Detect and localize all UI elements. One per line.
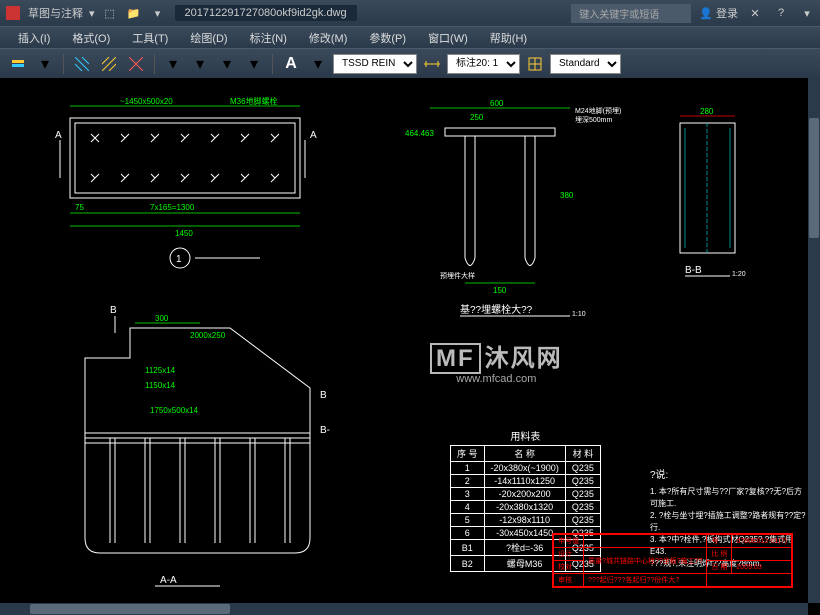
svg-text:A-A: A-A [160, 575, 177, 586]
svg-text:7x165=1300: 7x165=1300 [150, 203, 195, 212]
dim-style-select[interactable]: 标注20: 1 [447, 54, 520, 74]
svg-text:150: 150 [493, 286, 507, 295]
qat-btn-2[interactable]: 📁 [125, 4, 143, 22]
table-row: 3-20x200x200Q235 [451, 488, 601, 501]
svg-text:600: 600 [490, 99, 504, 108]
svg-text:1:20: 1:20 [732, 271, 746, 278]
svg-text:1150x14: 1150x14 [145, 381, 176, 390]
toolbar: ▾ ▾ ▾ ▾ ▾ A ▾ TSSD REIN 标注20: 1 Standard [0, 48, 820, 78]
login-button[interactable]: 👤 登录 [699, 5, 738, 21]
minimize-icon[interactable]: ▾ [798, 4, 816, 22]
titlebar: 草图与注释 ▾ ⬚ 📁 ▾ 201712291727080okf9id2gk.d… [0, 0, 820, 26]
svg-text:464.463: 464.463 [405, 129, 434, 138]
menu-dim[interactable]: 标注(N) [240, 27, 297, 48]
svg-text:基??埋螺栓大??: 基??埋螺栓大?? [460, 303, 533, 316]
menubar: 插入(I) 格式(O) 工具(T) 绘图(D) 标注(N) 修改(M) 参数(P… [0, 26, 820, 48]
table-icon[interactable] [523, 52, 547, 76]
drawing-canvas[interactable]: ~1450x500x20 M36地脚螺栓 7x165=1300 1450 75 … [0, 78, 808, 603]
view-1: ~1450x500x20 M36地脚螺栓 7x165=1300 1450 75 … [55, 96, 317, 268]
layers-icon[interactable] [6, 52, 30, 76]
table-row: 5-12x98x1110Q235 [451, 514, 601, 527]
svg-text:预埋件大样: 预埋件大样 [440, 271, 475, 280]
vertical-scrollbar[interactable] [808, 78, 820, 603]
text-A-drop[interactable]: ▾ [306, 52, 330, 76]
text-style-select[interactable]: TSSD REIN [333, 54, 417, 74]
table-header: 序 号 名 称 材 料 [451, 446, 601, 462]
svg-text:1:10: 1:10 [572, 311, 586, 318]
svg-text:B: B [110, 305, 117, 316]
svg-text:埋深500mm: 埋深500mm [575, 115, 613, 124]
title-block: 申号值号d?80E012-01(?) 设计质量?城共链路中心栓??坐板?施工??… [552, 533, 793, 588]
svg-text:2000x250: 2000x250 [190, 331, 226, 340]
svg-text:300: 300 [155, 314, 169, 323]
svg-text:75: 75 [75, 203, 84, 212]
dropdown-arrow-icon[interactable]: ▾ [89, 7, 95, 20]
filename-tab[interactable]: 201712291727080okf9id2gk.dwg [175, 5, 357, 21]
svg-text:~1450x500x20: ~1450x500x20 [120, 97, 173, 106]
material-table-title: 用料表 [450, 428, 601, 443]
svg-text:M24地脚(预埋): M24地脚(预埋) [575, 106, 621, 115]
menu-help[interactable]: 帮助(H) [480, 27, 537, 48]
svg-text:A: A [310, 130, 317, 141]
text-A-icon[interactable]: A [279, 52, 303, 76]
scrollbar-thumb[interactable] [30, 604, 230, 614]
layer-prev-icon[interactable]: ▾ [33, 52, 57, 76]
menu-insert[interactable]: 插入(I) [8, 27, 60, 48]
menu-draw[interactable]: 绘图(D) [180, 27, 237, 48]
table-row: 2-14x1110x1250Q235 [451, 475, 601, 488]
svg-text:1750x500x14: 1750x500x14 [150, 406, 199, 415]
tool-a[interactable]: ▾ [161, 52, 185, 76]
exchange-icon[interactable]: ✕ [746, 4, 764, 22]
search-input[interactable]: 键入关键字或短语 [571, 4, 691, 23]
qat-btn-3[interactable]: ▾ [149, 4, 167, 22]
menu-param[interactable]: 参数(P) [359, 27, 416, 48]
dim-icon[interactable] [420, 52, 444, 76]
table-style-select[interactable]: Standard [550, 54, 621, 74]
svg-text:B-: B- [320, 425, 330, 436]
svg-text:250: 250 [470, 113, 484, 122]
svg-text:A: A [55, 130, 62, 141]
menu-modify[interactable]: 修改(M) [299, 27, 358, 48]
svg-text:M36地脚螺栓: M36地脚螺栓 [230, 96, 278, 106]
qat-btn-1[interactable]: ⬚ [101, 4, 119, 22]
hatch-icon-1[interactable] [70, 52, 94, 76]
svg-text:B: B [320, 390, 327, 401]
view-aa: B 300 2000x250 1125x14 1150x14 1750x500x… [85, 305, 330, 586]
table-row: 4-20x380x1320Q235 [451, 501, 601, 514]
tool-d[interactable]: ▾ [242, 52, 266, 76]
svg-text:280: 280 [700, 107, 714, 116]
menu-format[interactable]: 格式(O) [62, 27, 120, 48]
svg-text:1: 1 [176, 254, 182, 265]
scrollbar-thumb[interactable] [809, 118, 819, 238]
app-icon[interactable] [4, 4, 22, 22]
horizontal-scrollbar[interactable] [0, 603, 808, 615]
tool-c[interactable]: ▾ [215, 52, 239, 76]
hatch-icon-3[interactable] [124, 52, 148, 76]
view-bb: 280 B-B 1:20 [680, 107, 746, 278]
menu-tools[interactable]: 工具(T) [122, 27, 178, 48]
svg-text:B-B: B-B [685, 265, 702, 276]
svg-text:380: 380 [560, 191, 574, 200]
anno-dropdown[interactable]: 草图与注释 [28, 5, 83, 21]
help-icon[interactable]: ? [772, 4, 790, 22]
svg-text:1450: 1450 [175, 229, 193, 238]
svg-text:1125x14: 1125x14 [145, 366, 176, 375]
tool-b[interactable]: ▾ [188, 52, 212, 76]
hatch-icon-2[interactable] [97, 52, 121, 76]
view-2: 600 250 M24地脚(预埋) 埋深500mm 464.463 380 15… [405, 99, 621, 318]
table-row: 1-20x380x(~1900)Q235 [451, 462, 601, 475]
menu-window[interactable]: 窗口(W) [418, 27, 478, 48]
